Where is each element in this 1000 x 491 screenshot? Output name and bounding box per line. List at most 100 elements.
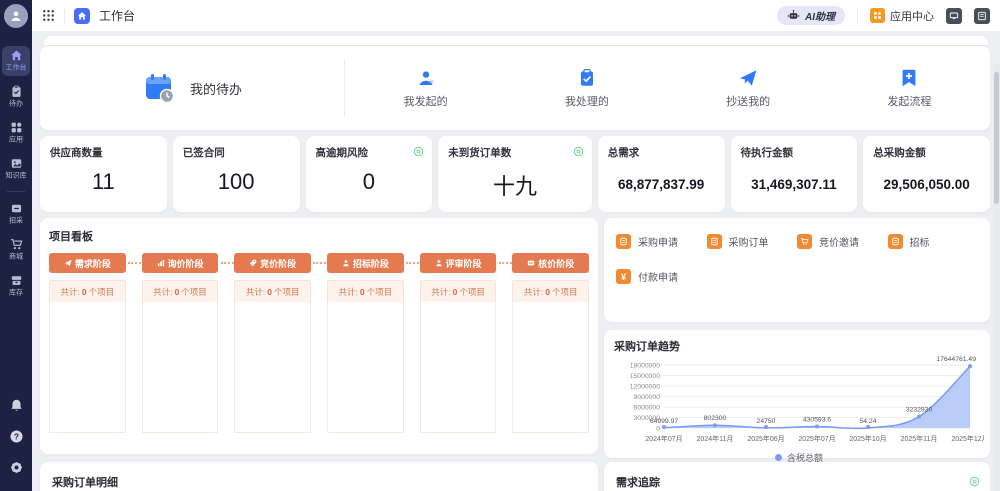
stat-total-demand[interactable]: 总需求 68,877,837.99 (598, 136, 725, 212)
stage-header-inquiry[interactable]: 询价阶段 (142, 253, 219, 273)
svg-text:?: ? (13, 431, 18, 441)
sidebar-item-label: 招采 (9, 217, 23, 225)
svg-text:2024年11月: 2024年11月 (697, 434, 734, 443)
stage-label: 核价阶段 (538, 257, 574, 270)
link-purchase-order[interactable]: 采购订单 (707, 234, 798, 249)
sidebar-item-inventory[interactable]: 库存 (2, 271, 30, 301)
status-indicator-icon (969, 474, 980, 491)
sidebar-item-knowledge[interactable]: 知识库 (2, 154, 30, 184)
stage-label: 招标阶段 (353, 257, 389, 270)
kanban-column-bidding: 竞价阶段 共计:0个项目 (234, 253, 311, 433)
card-icon (527, 259, 535, 267)
sidebar-item-todo[interactable]: 待办 (2, 82, 30, 112)
monitor-button[interactable] (946, 8, 962, 24)
ai-assistant-button[interactable]: AI助理 (777, 6, 845, 25)
link-bidding-invitation[interactable]: 竞价邀请 (797, 234, 888, 249)
my-todo-button[interactable]: 我的待办 (40, 59, 345, 117)
sidebar-item-label: 工作台 (5, 64, 26, 72)
quick-links-row-2: ¥ 付款申请 (616, 269, 978, 284)
home-icon (10, 49, 23, 62)
workspace-tab-icon[interactable] (74, 8, 90, 24)
workspace-app: 工作台 待办 应用 知识库 (0, 0, 1000, 491)
svg-text:24750: 24750 (757, 418, 776, 425)
stat-label: 待执行金额 (741, 145, 848, 160)
app-launcher-button[interactable] (42, 9, 55, 22)
action-processed-by-me[interactable]: 我处理的 (506, 68, 667, 109)
action-cc-to-me[interactable]: 抄送我的 (668, 68, 829, 109)
stage-header-pricing[interactable]: 核价阶段 (512, 253, 589, 273)
bar-chart-icon (157, 259, 165, 267)
stage-header-tender[interactable]: 招标阶段 (327, 253, 404, 273)
stat-total-purchase-amount[interactable]: 总采购金额 29,506,050.00 (863, 136, 990, 212)
document-icon (888, 234, 903, 249)
link-payment-request[interactable]: ¥ 付款申请 (616, 269, 707, 284)
link-tender[interactable]: 招标 (888, 234, 979, 249)
stage-label: 需求阶段 (75, 257, 111, 270)
app-center-button[interactable]: 应用中心 (870, 8, 934, 24)
person-icon (435, 259, 443, 267)
stage-header-review[interactable]: 评审阶段 (420, 253, 497, 273)
svg-text:2025年07月: 2025年07月 (798, 434, 835, 443)
sidebar-item-mall[interactable]: 商城 (2, 235, 30, 265)
stage-body (420, 302, 497, 433)
stat-value: 11 (40, 169, 167, 195)
chart-title: 采购订单趋势 (614, 338, 984, 354)
bell-icon (9, 398, 24, 413)
stage-header-bidding[interactable]: 竞价阶段 (234, 253, 311, 273)
stage-label: 竞价阶段 (260, 257, 296, 270)
stat-label: 供应商数量 (50, 145, 157, 160)
stat-pending-amount[interactable]: 待执行金额 31,469,307.11 (731, 136, 858, 212)
stat-overdue-risk[interactable]: 高逾期风险 0 (306, 136, 433, 212)
project-kanban-card: 项目看板 需求阶段 共计:0个项目 询价阶段 (40, 218, 598, 454)
stat-undelivered-orders[interactable]: 未到货订单数 十九 (438, 136, 591, 212)
purchase-trend-plot: 0300000060000009000000120000001500000018… (614, 354, 984, 448)
svg-text:2024年07月: 2024年07月 (645, 434, 682, 443)
sidebar-item-label: 应用 (9, 136, 23, 144)
stat-label: 总采购金额 (873, 145, 980, 160)
sidebar-item-workspace[interactable]: 工作台 (2, 46, 30, 76)
svg-text:9000000: 9000000 (634, 394, 661, 401)
sidebar-item-sourcing[interactable]: 招采 (2, 199, 30, 229)
stat-signed-contracts[interactable]: 已签合同 100 (173, 136, 300, 212)
link-purchase-request[interactable]: 采购申请 (616, 234, 707, 249)
svg-text:802300: 802300 (704, 415, 727, 422)
price-tag-icon (249, 259, 257, 267)
action-initiated-by-me[interactable]: 我发起的 (345, 68, 506, 109)
todo-card: 我的待办 我发起的 我处理的 (40, 46, 990, 130)
stat-label: 总需求 (608, 145, 715, 160)
cart-icon (10, 238, 23, 251)
settings-button[interactable] (9, 460, 24, 480)
card-minus-icon (10, 202, 23, 215)
kanban-column-inquiry: 询价阶段 共计:0个项目 (142, 253, 219, 433)
scrollbar-thumb[interactable] (994, 72, 999, 204)
sidebar: 工作台 待办 应用 知识库 (0, 0, 32, 491)
topbar-separator (64, 9, 65, 23)
scrollbar-track[interactable] (993, 64, 1000, 491)
stage-label: 评审阶段 (446, 257, 482, 270)
purchase-order-detail-card: 采购订单明细 (40, 462, 598, 491)
action-start-process[interactable]: 发起流程 (829, 68, 990, 109)
payment-icon: ¥ (616, 269, 631, 284)
kanban-columns: 需求阶段 共计:0个项目 询价阶段 共计:0个项目 (49, 253, 589, 433)
robot-icon (787, 9, 800, 22)
demand-tracking-card: 需求追踪 (604, 462, 990, 491)
status-indicator-icon (413, 144, 424, 162)
svg-text:6000000: 6000000 (634, 404, 661, 411)
apps-grid-icon (10, 121, 23, 134)
notifications-button[interactable] (9, 398, 24, 418)
stat-supplier-count[interactable]: 供应商数量 11 (40, 136, 167, 212)
link-label: 付款申请 (638, 269, 678, 284)
user-avatar[interactable] (4, 4, 28, 28)
help-button[interactable]: ? (9, 429, 24, 449)
notes-button[interactable] (974, 8, 990, 24)
notes-icon (977, 11, 987, 21)
stage-header-demand[interactable]: 需求阶段 (49, 253, 126, 273)
legend-dot (775, 454, 782, 461)
svg-text:2025年12月: 2025年12月 (951, 434, 984, 443)
stat-value: 0 (306, 169, 433, 195)
stage-body (327, 302, 404, 433)
kanban-title: 项目看板 (49, 228, 589, 244)
stage-count: 共计:0个项目 (142, 280, 219, 302)
sidebar-item-apps[interactable]: 应用 (2, 118, 30, 148)
stat-label: 高逾期风险 (316, 145, 423, 160)
